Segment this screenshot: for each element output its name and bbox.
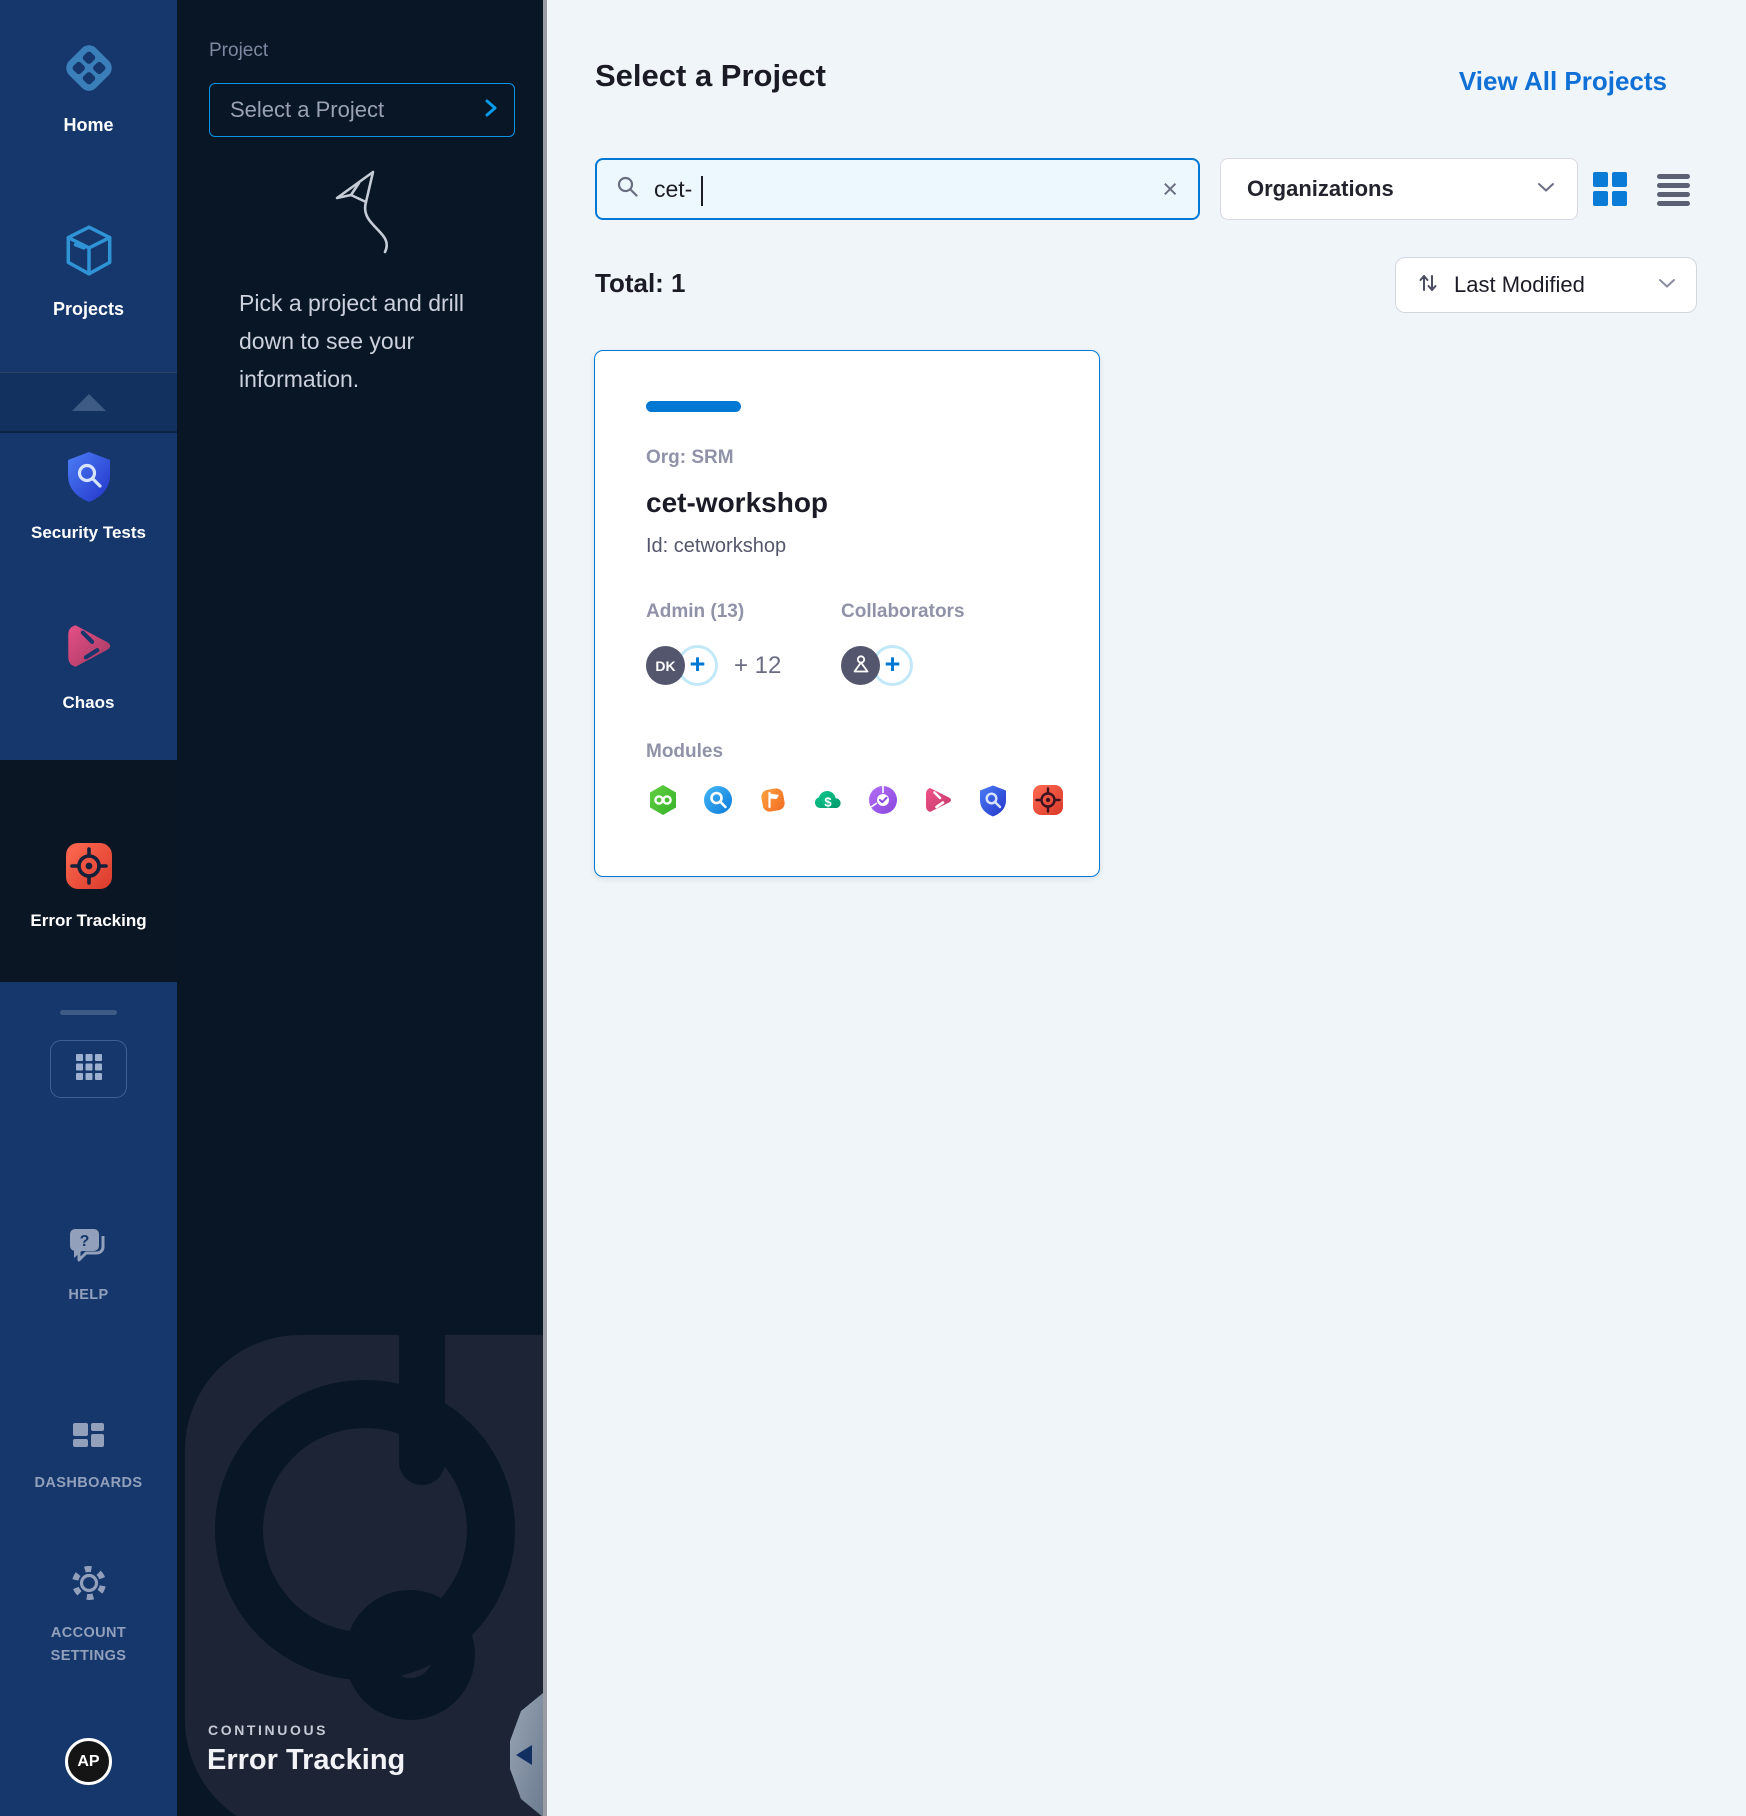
shield-magnifier-icon <box>62 448 116 509</box>
gear-icon <box>66 1560 112 1611</box>
chevron-down-icon <box>1658 276 1676 294</box>
text-cursor <box>701 176 703 206</box>
sidebar-scroll-up-button[interactable] <box>0 372 177 433</box>
collapse-panel-button[interactable] <box>505 1693 543 1816</box>
panel-divider <box>543 0 547 1816</box>
governance-purple-check-icon <box>866 783 900 817</box>
sidebar-item-label: ACCOUNT SETTINGS <box>29 1622 149 1668</box>
error-tracking-target-icon <box>63 840 115 897</box>
grid-9-dots-icon <box>74 1052 104 1087</box>
module-eyebrow: CONTINUOUS <box>208 1722 328 1738</box>
user-avatar-initials: AP <box>77 1753 99 1771</box>
card-project-name: cet-workshop <box>646 487 828 519</box>
collaborator-avatar <box>841 646 880 685</box>
sidebar-divider <box>60 1010 117 1015</box>
main-content: Select a Project View All Projects × Org… <box>547 0 1746 1816</box>
error-tracking-target-icon <box>1031 783 1065 817</box>
organizations-filter-value: Organizations <box>1247 176 1394 202</box>
collaborator-avatars-row: + <box>841 645 913 686</box>
project-panel: Project Select a Project Pick a project … <box>177 0 543 1816</box>
modules-label: Modules <box>646 741 723 763</box>
hand-drawn-plane-arrow-icon <box>325 162 405 261</box>
collaborators-label: Collaborators <box>841 601 965 623</box>
card-accent-bar <box>646 401 741 412</box>
ci-hexagon-infinity-icon <box>646 783 680 817</box>
admin-avatar: DK <box>646 646 685 685</box>
sort-dropdown[interactable]: Last Modified <box>1395 257 1697 313</box>
help-chat-bubble-icon: ? <box>65 1226 113 1273</box>
security-shield-icon <box>976 783 1010 817</box>
module-picker-button[interactable] <box>50 1040 127 1098</box>
sidebar-item-label: Error Tracking <box>30 911 146 931</box>
svg-text:?: ? <box>79 1233 89 1250</box>
chaos-triangle-icon <box>921 783 955 817</box>
sidebar-item-projects[interactable]: Projects <box>0 222 177 320</box>
chevron-right-icon <box>484 98 498 123</box>
list-view-icon <box>1657 174 1690 179</box>
app-window: Home Projects <box>0 0 1746 1816</box>
home-diamond-icon <box>61 40 117 101</box>
srm-circle-magnifier-icon <box>701 783 735 817</box>
project-search-box: × <box>595 158 1200 220</box>
sidebar-item-account-settings[interactable]: ACCOUNT SETTINGS <box>0 1560 177 1668</box>
sidebar-item-label: Projects <box>53 299 124 320</box>
sidebar-item-error-tracking[interactable]: Error Tracking <box>0 760 177 982</box>
admin-label: Admin (13) <box>646 601 744 623</box>
grid-view-icon <box>1593 172 1608 187</box>
admin-overflow-count: + 12 <box>734 652 781 680</box>
sidebar-item-chaos[interactable]: Chaos <box>0 618 177 713</box>
project-panel-hint: Pick a project and drill down to see you… <box>239 284 489 398</box>
total-count: Total: 1 <box>595 268 686 299</box>
list-view-toggle[interactable] <box>1657 172 1695 208</box>
sidebar-item-home[interactable]: Home <box>0 40 177 136</box>
project-card[interactable]: Org: SRM cet-workshop Id: cetworkshop Ad… <box>594 350 1100 877</box>
sidebar-item-label: Security Tests <box>31 523 146 543</box>
error-tracking-watermark <box>177 0 543 1816</box>
sidebar-item-help[interactable]: ? HELP <box>0 1226 177 1307</box>
person-icon <box>850 653 872 678</box>
view-all-projects-link[interactable]: View All Projects <box>1459 66 1667 97</box>
grid-view-toggle[interactable] <box>1593 172 1631 208</box>
sidebar-item-label: DASHBOARDS <box>29 1472 149 1495</box>
chaos-triangle-icon <box>61 618 117 679</box>
sidebar-item-security-tests[interactable]: Security Tests <box>0 448 177 543</box>
page-title: Select a Project <box>595 58 826 94</box>
project-selector-dropdown[interactable]: Select a Project <box>209 83 515 137</box>
cube-icon <box>61 222 117 285</box>
card-project-id: Id: cetworkshop <box>646 535 786 558</box>
sort-arrows-icon <box>1416 271 1440 300</box>
close-icon[interactable]: × <box>1160 176 1180 203</box>
sidebar-item-dashboards[interactable]: DASHBOARDS <box>0 1420 177 1495</box>
search-input[interactable] <box>654 176 1160 203</box>
sort-value: Last Modified <box>1454 272 1658 298</box>
project-panel-label: Project <box>209 40 268 62</box>
feature-flags-flag-icon <box>756 783 790 817</box>
dashboards-tiles-icon <box>69 1420 109 1461</box>
project-selector-value: Select a Project <box>230 97 384 123</box>
svg-text:$: $ <box>824 795 832 810</box>
sidebar-item-label: HELP <box>29 1284 149 1307</box>
module-title: Error Tracking <box>207 1744 405 1777</box>
sidebar-item-label: Chaos <box>63 693 115 713</box>
user-avatar[interactable]: AP <box>65 1738 112 1785</box>
cloud-cost-dollar-icon: $ <box>811 783 845 817</box>
sidebar: Home Projects <box>0 0 177 1816</box>
module-chips-row: $ <box>646 783 1065 817</box>
admin-avatars-row: DK + + 12 <box>646 645 781 686</box>
search-icon <box>615 174 640 204</box>
sidebar-item-label: Home <box>63 115 113 136</box>
chevron-down-icon <box>1537 180 1555 198</box>
card-org: Org: SRM <box>646 447 734 469</box>
organizations-filter-dropdown[interactable]: Organizations <box>1220 158 1578 220</box>
chevron-up-icon <box>72 394 106 411</box>
